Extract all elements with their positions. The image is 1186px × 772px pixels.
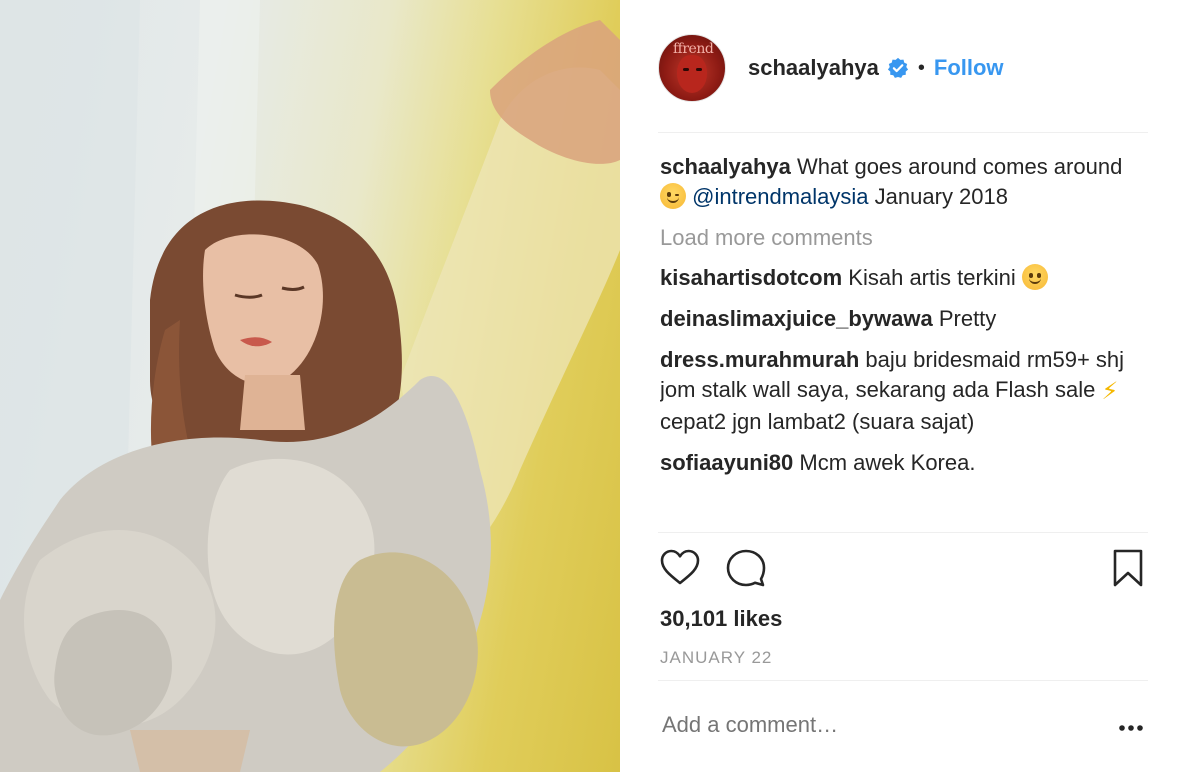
comment-item: sofiaayuni80 Mcm awek Korea.: [660, 448, 1150, 478]
comment-item: kisahartisdotcom Kisah artis terkini: [660, 263, 1150, 293]
caption-username[interactable]: schaalyahya: [660, 154, 791, 179]
lightning-emoji-icon: ⚡: [1101, 378, 1119, 405]
comment-username[interactable]: deinaslimaxjuice_bywawa: [660, 306, 933, 331]
comment-item: dress.murahmurah baju bridesmaid rm59+ s…: [660, 345, 1150, 437]
caption-mention-link[interactable]: @intrendmalaysia: [692, 184, 868, 209]
comments-divider: [658, 532, 1148, 533]
avatar-face: [677, 55, 707, 93]
add-comment-input[interactable]: [662, 712, 1082, 738]
comment-text: Mcm awek Korea.: [799, 450, 976, 475]
comment-username[interactable]: dress.murahmurah: [660, 347, 859, 372]
comment-text: Kisah artis terkini: [848, 265, 1016, 290]
comment-bubble-icon[interactable]: [724, 546, 768, 590]
header-divider: [658, 132, 1148, 133]
heart-icon[interactable]: [658, 546, 702, 590]
caption: schaalyahya What goes around comes aroun…: [660, 152, 1150, 212]
comment-username[interactable]: kisahartisdotcom: [660, 265, 842, 290]
comment-item: deinaslimaxjuice_bywawa Pretty: [660, 304, 1150, 334]
avatar-eye: [683, 68, 689, 71]
avatar-eye: [696, 68, 702, 71]
bookmark-icon[interactable]: [1106, 546, 1150, 590]
caption-text-after: January 2018: [874, 184, 1008, 209]
smiling-face-emoji-icon: [1021, 264, 1048, 290]
post-header: ffrend schaalyahya • Follow: [658, 33, 1148, 103]
more-options-icon[interactable]: [1116, 716, 1146, 740]
verified-badge-icon: [887, 57, 909, 79]
photo-illustration: [0, 0, 620, 772]
load-more-comments-button[interactable]: Load more comments: [660, 223, 1150, 253]
username-link[interactable]: schaalyahya: [748, 55, 879, 81]
likes-count[interactable]: 30,101 likes: [660, 606, 782, 632]
follow-button[interactable]: Follow: [934, 55, 1004, 81]
separator-dot: •: [917, 56, 925, 79]
post-details-panel: ffrend schaalyahya • Follow schaalyahya …: [620, 0, 1186, 772]
avatar[interactable]: ffrend: [658, 34, 726, 102]
comment-username[interactable]: sofiaayuni80: [660, 450, 793, 475]
post-photo[interactable]: [0, 0, 620, 772]
comment-text-after: cepat2 jgn lambat2 (suara sajat): [660, 409, 975, 434]
post-date: JANUARY 22: [660, 648, 773, 667]
comments-list: schaalyahya What goes around comes aroun…: [660, 152, 1150, 532]
action-bar: [658, 546, 1148, 596]
footer-divider: [658, 680, 1148, 681]
comment-text: Pretty: [938, 306, 997, 331]
caption-text: What goes around comes around: [797, 154, 1123, 179]
winking-face-emoji-icon: [660, 183, 686, 209]
